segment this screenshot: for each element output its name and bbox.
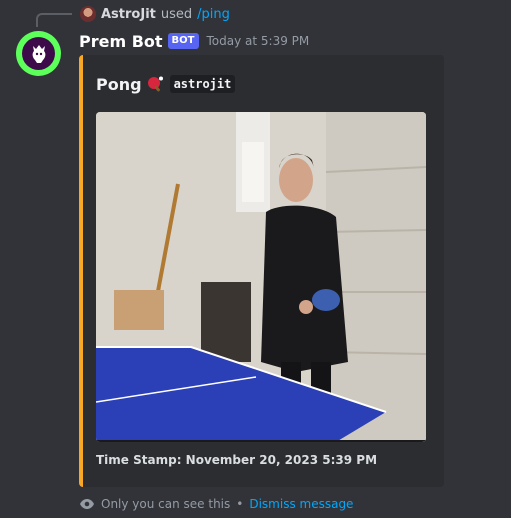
reply-used-text: used	[160, 6, 193, 22]
embed-gif-image[interactable]	[96, 112, 426, 442]
message-header: Prem Bot BOT Today at 5:39 PM	[79, 30, 309, 52]
reply-command[interactable]: /ping	[197, 7, 230, 22]
ephemeral-notice: Only you can see this • Dismiss message	[79, 497, 353, 511]
reply-username[interactable]: AstroJit	[101, 7, 156, 22]
ping-pong-paddle-icon	[146, 75, 164, 93]
mention-code: astrojit	[169, 75, 236, 93]
author-name[interactable]: Prem Bot	[79, 32, 163, 51]
message-timestamp[interactable]: Today at 5:39 PM	[207, 34, 310, 48]
embed-footer: Time Stamp: November 20, 2023 5:39 PM	[96, 453, 378, 467]
embed-title: Pong astrojit	[96, 72, 236, 96]
eye-icon	[79, 498, 95, 510]
reply-user-avatar[interactable]	[80, 6, 96, 22]
embed-card: Pong astrojit Time Stamp: November 20, 2…	[79, 55, 444, 487]
ephemeral-text: Only you can see this	[101, 497, 231, 511]
reply-connector-line	[36, 13, 72, 27]
dismiss-message-link[interactable]: Dismiss message	[249, 497, 353, 511]
embed-title-text: Pong	[96, 74, 142, 94]
bot-badge: BOT	[167, 33, 199, 49]
ephemeral-separator: •	[236, 497, 244, 511]
reply-reference[interactable]: AstroJit used /ping	[80, 4, 230, 24]
bot-avatar[interactable]	[16, 31, 61, 76]
lion-crest-icon	[22, 37, 55, 70]
